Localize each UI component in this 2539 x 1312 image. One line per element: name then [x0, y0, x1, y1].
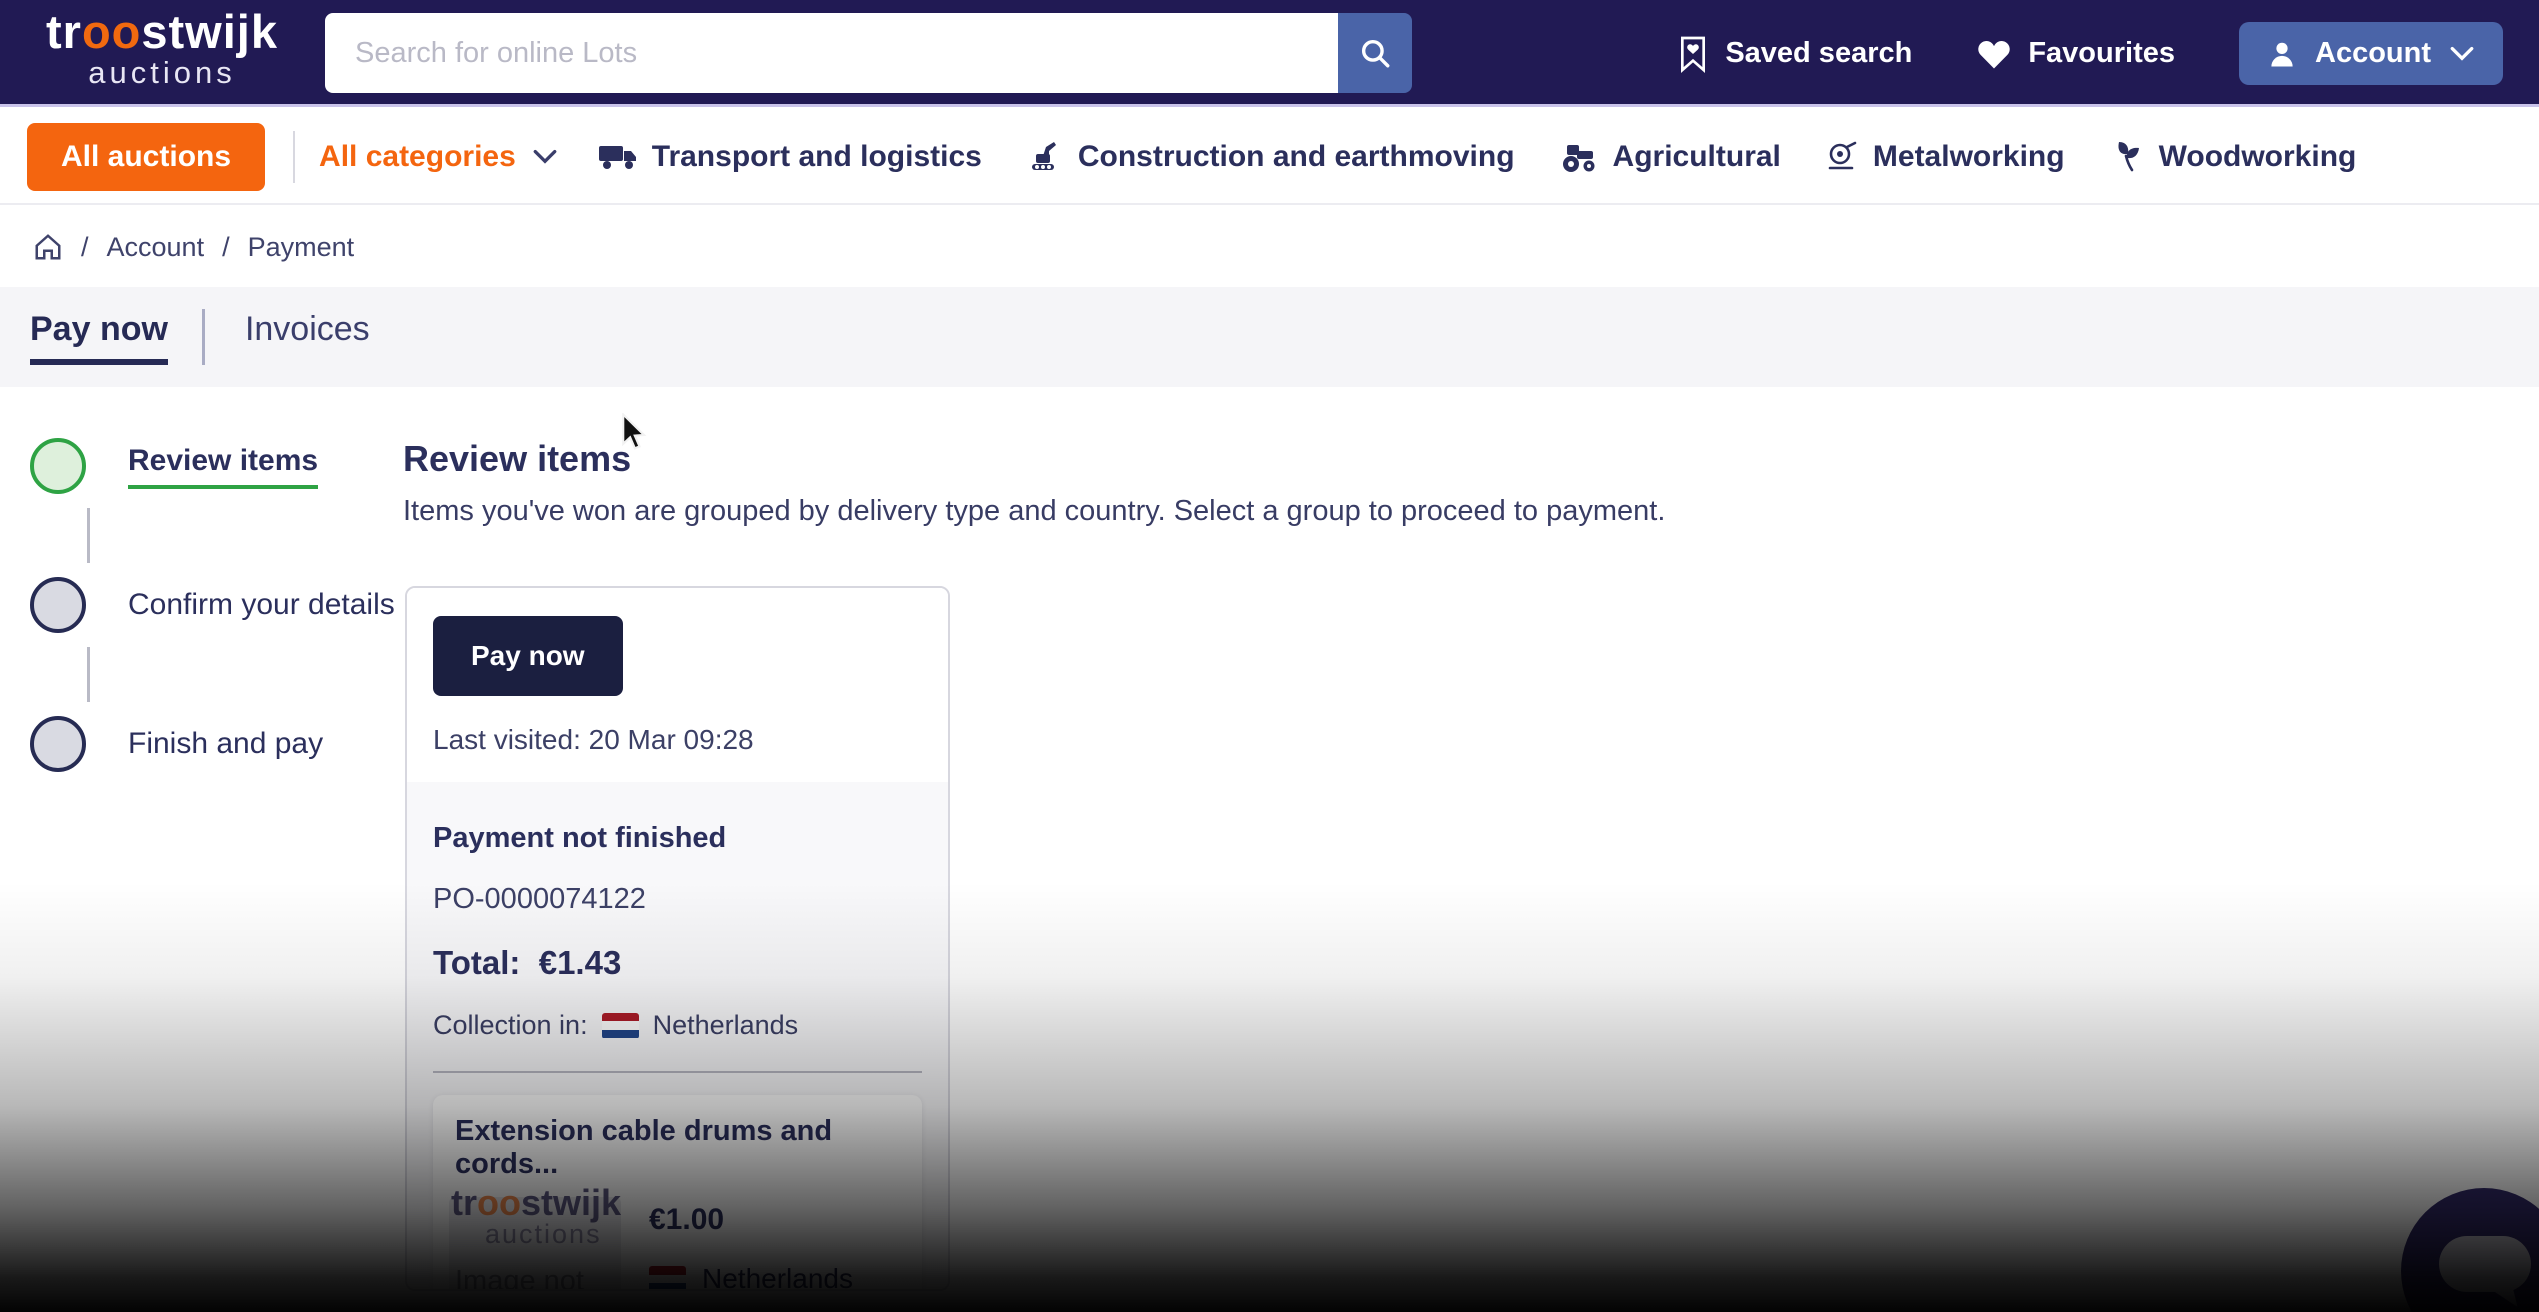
card-divider	[433, 1071, 922, 1073]
account-button[interactable]: Account	[2239, 22, 2503, 85]
category-transport[interactable]: Transport and logistics	[598, 140, 982, 174]
saved-search-label: Saved search	[1725, 37, 1912, 70]
navbar-actions: Saved search Favourites Account	[1677, 0, 2503, 107]
category-label: Woodworking	[2159, 140, 2357, 174]
chevron-down-icon	[532, 148, 558, 166]
wood-leaves-icon	[2109, 140, 2145, 174]
lot-price: €1.00	[649, 1203, 853, 1237]
lot-country: Netherlands	[649, 1263, 853, 1291]
placeholder-logo-oo: oo	[477, 1182, 521, 1223]
logo-wordmark: troostwijk	[46, 8, 278, 55]
logo-oo-accent: oo	[82, 5, 141, 58]
category-label: Metalworking	[1873, 140, 2065, 174]
excavator-icon	[1026, 141, 1064, 173]
tab-pay-now[interactable]: Pay now	[30, 310, 168, 365]
category-construction[interactable]: Construction and earthmoving	[1026, 140, 1515, 174]
payment-group-card[interactable]: Pay now Last visited: 20 Mar 09:28 Payme…	[405, 586, 950, 1291]
payment-group-header: Pay now Last visited: 20 Mar 09:28	[407, 588, 948, 782]
category-divider	[293, 131, 295, 183]
step-label: Finish and pay	[128, 727, 323, 761]
lot-image-placeholder: troostwijk auctions Image not available	[449, 1197, 621, 1291]
breadcrumb: / Account / Payment	[33, 232, 354, 263]
placeholder-logo: troostwijk auctions	[451, 1185, 621, 1248]
category-agricultural[interactable]: Agricultural	[1559, 140, 1781, 174]
all-auctions-button[interactable]: All auctions	[27, 123, 265, 191]
tabs-row: Pay now Invoices	[0, 287, 2539, 387]
logo-subtitle: auctions	[46, 57, 278, 88]
step-circle-active	[30, 438, 86, 494]
chat-widget-button[interactable]	[2401, 1188, 2539, 1312]
step-label: Confirm your details	[128, 588, 395, 622]
category-label: Construction and earthmoving	[1078, 140, 1515, 174]
search-input[interactable]	[325, 13, 1338, 93]
troostwijk-logo[interactable]: troostwijk auctions	[46, 8, 278, 88]
bottom-fade-overlay	[0, 882, 2539, 1312]
category-label: Transport and logistics	[652, 140, 982, 174]
total-amount: Total: €1.43	[433, 944, 922, 982]
category-metalworking[interactable]: Metalworking	[1825, 140, 2065, 174]
lot-meta: €1.00 Netherlands A1-161885-110	[649, 1197, 853, 1291]
all-categories-label: All categories	[319, 140, 516, 174]
payment-group-body: Payment not finished PO-0000074122 Total…	[407, 782, 948, 1291]
saved-search-icon	[1677, 35, 1709, 73]
page-description: Items you've won are grouped by delivery…	[403, 495, 1665, 528]
breadcrumb-account[interactable]: Account	[107, 232, 205, 263]
category-bar: All auctions All categories Transport an…	[0, 110, 2539, 205]
account-person-icon	[2267, 39, 2297, 69]
page-title: Review items	[403, 438, 631, 480]
step-finish-pay[interactable]: Finish and pay	[30, 716, 323, 772]
step-connector	[87, 508, 90, 563]
chevron-down-icon	[2449, 45, 2475, 63]
purchase-order-id: PO-0000074122	[433, 883, 922, 916]
step-review-items[interactable]: Review items	[30, 438, 318, 494]
breadcrumb-row: / Account / Payment	[0, 207, 2539, 287]
step-circle-idle	[30, 716, 86, 772]
home-icon[interactable]	[33, 232, 63, 262]
step-label: Review items	[128, 444, 318, 489]
tractor-icon	[1559, 141, 1599, 173]
image-not-available-text: Image not available	[455, 1255, 621, 1291]
category-label: Agricultural	[1613, 140, 1781, 174]
lot-row: troostwijk auctions Image not available …	[449, 1197, 900, 1291]
search-bar	[325, 13, 1412, 93]
breadcrumb-separator: /	[81, 232, 89, 263]
lot-title: Extension cable drums and cords...	[455, 1115, 900, 1181]
all-categories-dropdown[interactable]: All categories	[319, 140, 558, 174]
collection-location: Collection in: Netherlands	[433, 1010, 922, 1041]
account-label: Account	[2315, 37, 2431, 70]
breadcrumb-separator: /	[222, 232, 230, 263]
heart-icon	[1976, 38, 2012, 70]
breadcrumb-payment[interactable]: Payment	[248, 232, 355, 263]
page: troostwijk auctions	[0, 0, 2539, 1312]
payment-status: Payment not finished	[433, 822, 922, 855]
grinder-icon	[1825, 141, 1859, 173]
search-button[interactable]	[1338, 13, 1412, 93]
search-icon	[1358, 36, 1392, 70]
truck-icon	[598, 142, 638, 172]
category-woodworking[interactable]: Woodworking	[2109, 140, 2357, 174]
favourites-label: Favourites	[2028, 37, 2175, 70]
favourites-button[interactable]: Favourites	[1976, 37, 2175, 70]
pay-now-button[interactable]: Pay now	[433, 616, 623, 696]
chat-bubble-icon	[2439, 1236, 2531, 1292]
last-visited-text: Last visited: 20 Mar 09:28	[433, 724, 922, 756]
tab-invoices[interactable]: Invoices	[245, 310, 370, 365]
netherlands-flag-icon	[649, 1266, 686, 1291]
tab-divider	[202, 309, 205, 365]
step-circle-idle	[30, 577, 86, 633]
saved-search-button[interactable]: Saved search	[1677, 35, 1912, 73]
step-confirm-details[interactable]: Confirm your details	[30, 577, 395, 633]
top-navbar: troostwijk auctions	[0, 0, 2539, 107]
netherlands-flag-icon	[602, 1013, 639, 1039]
lot-item-card[interactable]: Extension cable drums and cords... troos…	[433, 1095, 922, 1291]
step-connector	[87, 647, 90, 702]
